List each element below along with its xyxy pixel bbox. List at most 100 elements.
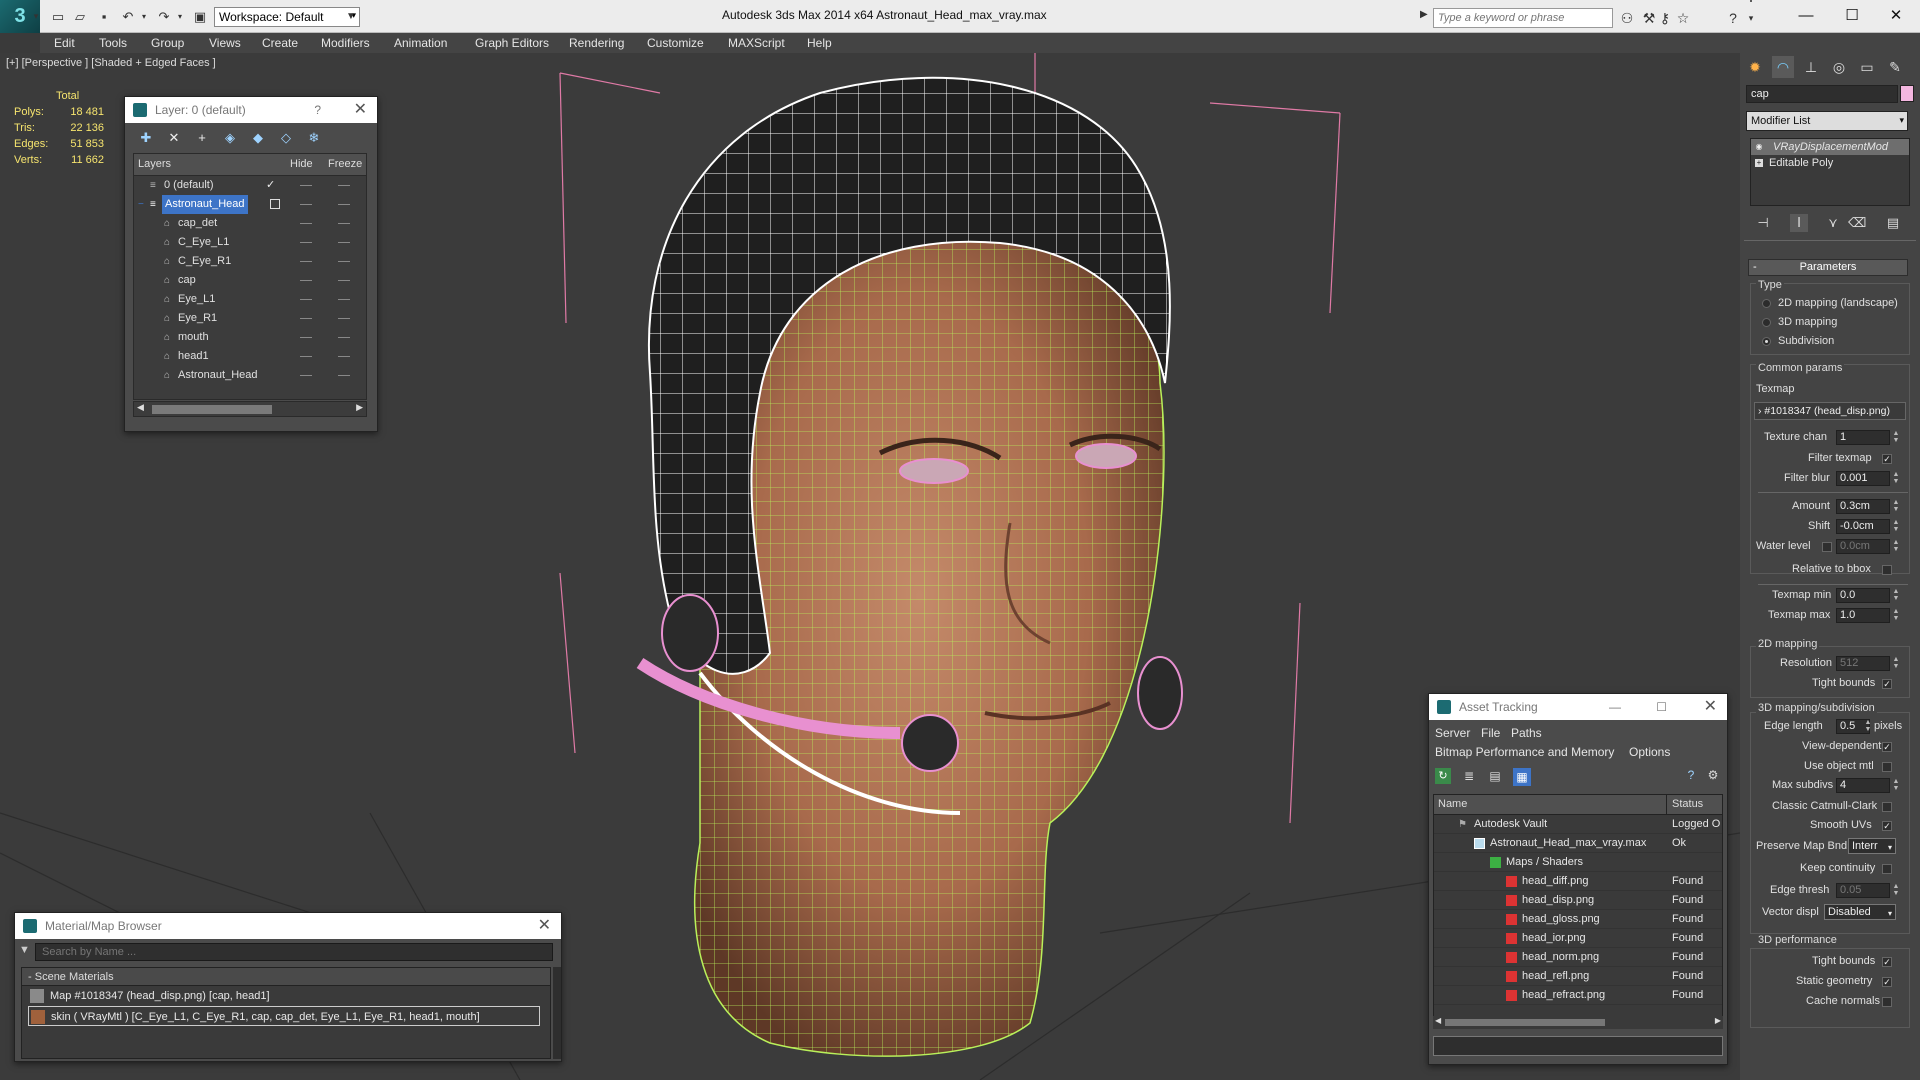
menu-views[interactable]: Views xyxy=(209,34,241,52)
freeze-toggle[interactable] xyxy=(338,204,350,205)
new-file-icon[interactable]: ▭ xyxy=(50,9,66,24)
freeze-toggle[interactable] xyxy=(338,280,350,281)
freeze-toggle[interactable] xyxy=(338,337,350,338)
display-tab-icon[interactable]: ▭ xyxy=(1856,56,1878,78)
minimize-button[interactable]: — xyxy=(1786,4,1826,28)
redo-dropdown-icon[interactable]: ▾ xyxy=(172,9,188,24)
parameters-rollout-header[interactable]: - Parameters xyxy=(1748,259,1908,276)
spinner-arrows-icon[interactable]: ▲ ▼ xyxy=(1892,608,1900,623)
spinner-arrows-icon[interactable]: ▲ ▼ xyxy=(1892,656,1900,671)
asset-row[interactable]: head_gloss.png Found xyxy=(1434,910,1722,929)
scene-materials-header[interactable]: - Scene Materials xyxy=(22,968,550,986)
spinner-arrows-icon[interactable]: ▲ ▼ xyxy=(1892,499,1900,514)
freeze-toggle[interactable] xyxy=(338,242,350,243)
menu-animation[interactable]: Animation xyxy=(394,34,447,52)
help-icon[interactable]: ? xyxy=(1683,768,1699,784)
create-layer-icon[interactable]: ✚ xyxy=(137,129,155,147)
spinner-arrows-icon[interactable]: ▲ ▼ xyxy=(1892,883,1900,898)
asset-row[interactable]: head_refract.png Found xyxy=(1434,986,1722,1005)
hold-icon[interactable]: ▣ xyxy=(192,9,208,24)
hide-toggle[interactable] xyxy=(300,242,312,243)
hide-toggle[interactable] xyxy=(300,299,312,300)
menu-help[interactable]: Help xyxy=(807,34,832,52)
utilities-tab-icon[interactable]: ✎ xyxy=(1884,56,1906,78)
freeze-all-icon[interactable]: ❄ xyxy=(305,129,323,147)
spinner-arrows-icon[interactable]: ▲ ▼ xyxy=(1892,539,1900,554)
stack-item-vray-displacement[interactable]: ◉ VRayDisplacementMod xyxy=(1751,139,1909,155)
texmap-min-input[interactable]: 0.0 xyxy=(1836,588,1890,603)
max-subdivs-input[interactable]: 4 xyxy=(1836,778,1890,793)
close-icon[interactable]: ✕ xyxy=(1704,694,1717,720)
hide-all-icon[interactable]: ◇ xyxy=(277,129,295,147)
hide-toggle[interactable] xyxy=(300,337,312,338)
column-divider[interactable] xyxy=(1666,795,1667,815)
help-button[interactable]: ? xyxy=(314,97,321,123)
object-color-swatch[interactable] xyxy=(1900,85,1914,102)
spinner-arrows-icon[interactable]: ▲ ▼ xyxy=(1892,430,1900,445)
radio-3d-mapping[interactable] xyxy=(1762,318,1771,327)
menu-graph-editors[interactable]: Graph Editors xyxy=(475,34,549,52)
scroll-left-icon[interactable]: ◀ xyxy=(1435,1016,1441,1025)
object-name-input[interactable] xyxy=(1746,85,1898,103)
asset-row[interactable]: head_norm.png Found xyxy=(1434,948,1722,967)
menu-edit[interactable]: Edit xyxy=(54,34,75,52)
amount-input[interactable]: 0.3cm xyxy=(1836,499,1890,514)
layer-row[interactable]: ⌂ Astronaut_Head xyxy=(134,366,366,385)
asset-row[interactable]: Astronaut_Head_max_vray.max Ok xyxy=(1434,834,1722,853)
asset-menu-bitmap-performance[interactable]: Bitmap Performance and Memory xyxy=(1435,745,1614,759)
bookmark-icon[interactable]: ☆ xyxy=(1674,9,1692,27)
column-status[interactable]: Status xyxy=(1672,798,1703,810)
asset-menu-server[interactable]: Server xyxy=(1435,726,1470,740)
menu-tools[interactable]: Tools xyxy=(99,34,127,52)
hide-toggle[interactable] xyxy=(300,375,312,376)
layer-window-titlebar[interactable]: Layer: 0 (default) ? ✕ xyxy=(125,97,377,123)
hide-toggle[interactable] xyxy=(300,356,312,357)
freeze-toggle[interactable] xyxy=(338,185,350,186)
filter-dropdown-icon[interactable]: ▼ xyxy=(19,944,33,960)
save-icon[interactable]: ▪ xyxy=(96,9,112,24)
minimize-button[interactable]: — xyxy=(1609,694,1621,720)
menu-rendering[interactable]: Rendering xyxy=(569,34,624,52)
scrollbar-thumb[interactable] xyxy=(1445,1019,1605,1026)
tight-bounds-checkbox[interactable]: ✓ xyxy=(1882,957,1892,967)
maximize-button[interactable]: ☐ xyxy=(1832,4,1872,28)
asset-path-field[interactable] xyxy=(1433,1036,1723,1056)
filter-blur-input[interactable]: 0.001 xyxy=(1836,471,1890,486)
hide-toggle[interactable] xyxy=(300,204,312,205)
table-view-icon[interactable]: ▦ xyxy=(1513,768,1531,786)
freeze-toggle[interactable] xyxy=(338,223,350,224)
static-geometry-checkbox[interactable]: ✓ xyxy=(1882,977,1892,987)
asset-row[interactable]: head_refl.png Found xyxy=(1434,967,1722,986)
modify-tab-icon[interactable]: ◠ xyxy=(1772,56,1794,78)
pin-stack-icon[interactable]: ⊣ xyxy=(1754,214,1772,232)
layer-row[interactable]: ⌂ Eye_L1 xyxy=(134,290,366,309)
vector-displ-dropdown[interactable]: Disabled ▾ xyxy=(1824,904,1896,920)
menu-maxscript[interactable]: MAXScript xyxy=(728,34,785,52)
horizontal-scrollbar[interactable]: ◀ ▶ xyxy=(1433,1016,1723,1029)
hide-toggle[interactable] xyxy=(300,185,312,186)
smooth-uvs-checkbox[interactable]: ✓ xyxy=(1882,821,1892,831)
keep-continuity-checkbox[interactable] xyxy=(1882,864,1892,874)
asset-tracking-titlebar[interactable]: Asset Tracking — ☐ ✕ xyxy=(1429,694,1727,720)
hide-toggle[interactable] xyxy=(300,318,312,319)
freeze-toggle[interactable] xyxy=(338,299,350,300)
close-icon[interactable]: ✕ xyxy=(354,97,367,123)
stack-item-editable-poly[interactable]: + Editable Poly xyxy=(1751,155,1909,171)
spinner-arrows-icon[interactable]: ▲ ▼ xyxy=(1864,719,1872,734)
column-name[interactable]: Name xyxy=(1438,798,1467,810)
radio-2d-mapping[interactable] xyxy=(1762,299,1771,308)
shift-input[interactable]: -0.0cm xyxy=(1836,519,1890,534)
view-dependent-checkbox[interactable]: ✓ xyxy=(1882,742,1892,752)
workspace-dropdown[interactable]: Workspace: Default ▾ xyxy=(214,7,360,27)
texmap-max-input[interactable]: 1.0 xyxy=(1836,608,1890,623)
menu-create[interactable]: Create xyxy=(262,34,298,52)
freeze-toggle[interactable] xyxy=(338,356,350,357)
freeze-toggle[interactable] xyxy=(338,318,350,319)
search-input[interactable] xyxy=(1433,8,1613,28)
asset-row[interactable]: head_disp.png Found xyxy=(1434,891,1722,910)
layer-row[interactable]: ⌂ cap_det xyxy=(134,214,366,233)
hide-toggle[interactable] xyxy=(300,223,312,224)
column-layers[interactable]: Layers xyxy=(138,158,171,170)
asset-row[interactable]: Maps / Shaders xyxy=(1434,853,1722,872)
hierarchy-tab-icon[interactable]: ⊥ xyxy=(1800,56,1822,78)
